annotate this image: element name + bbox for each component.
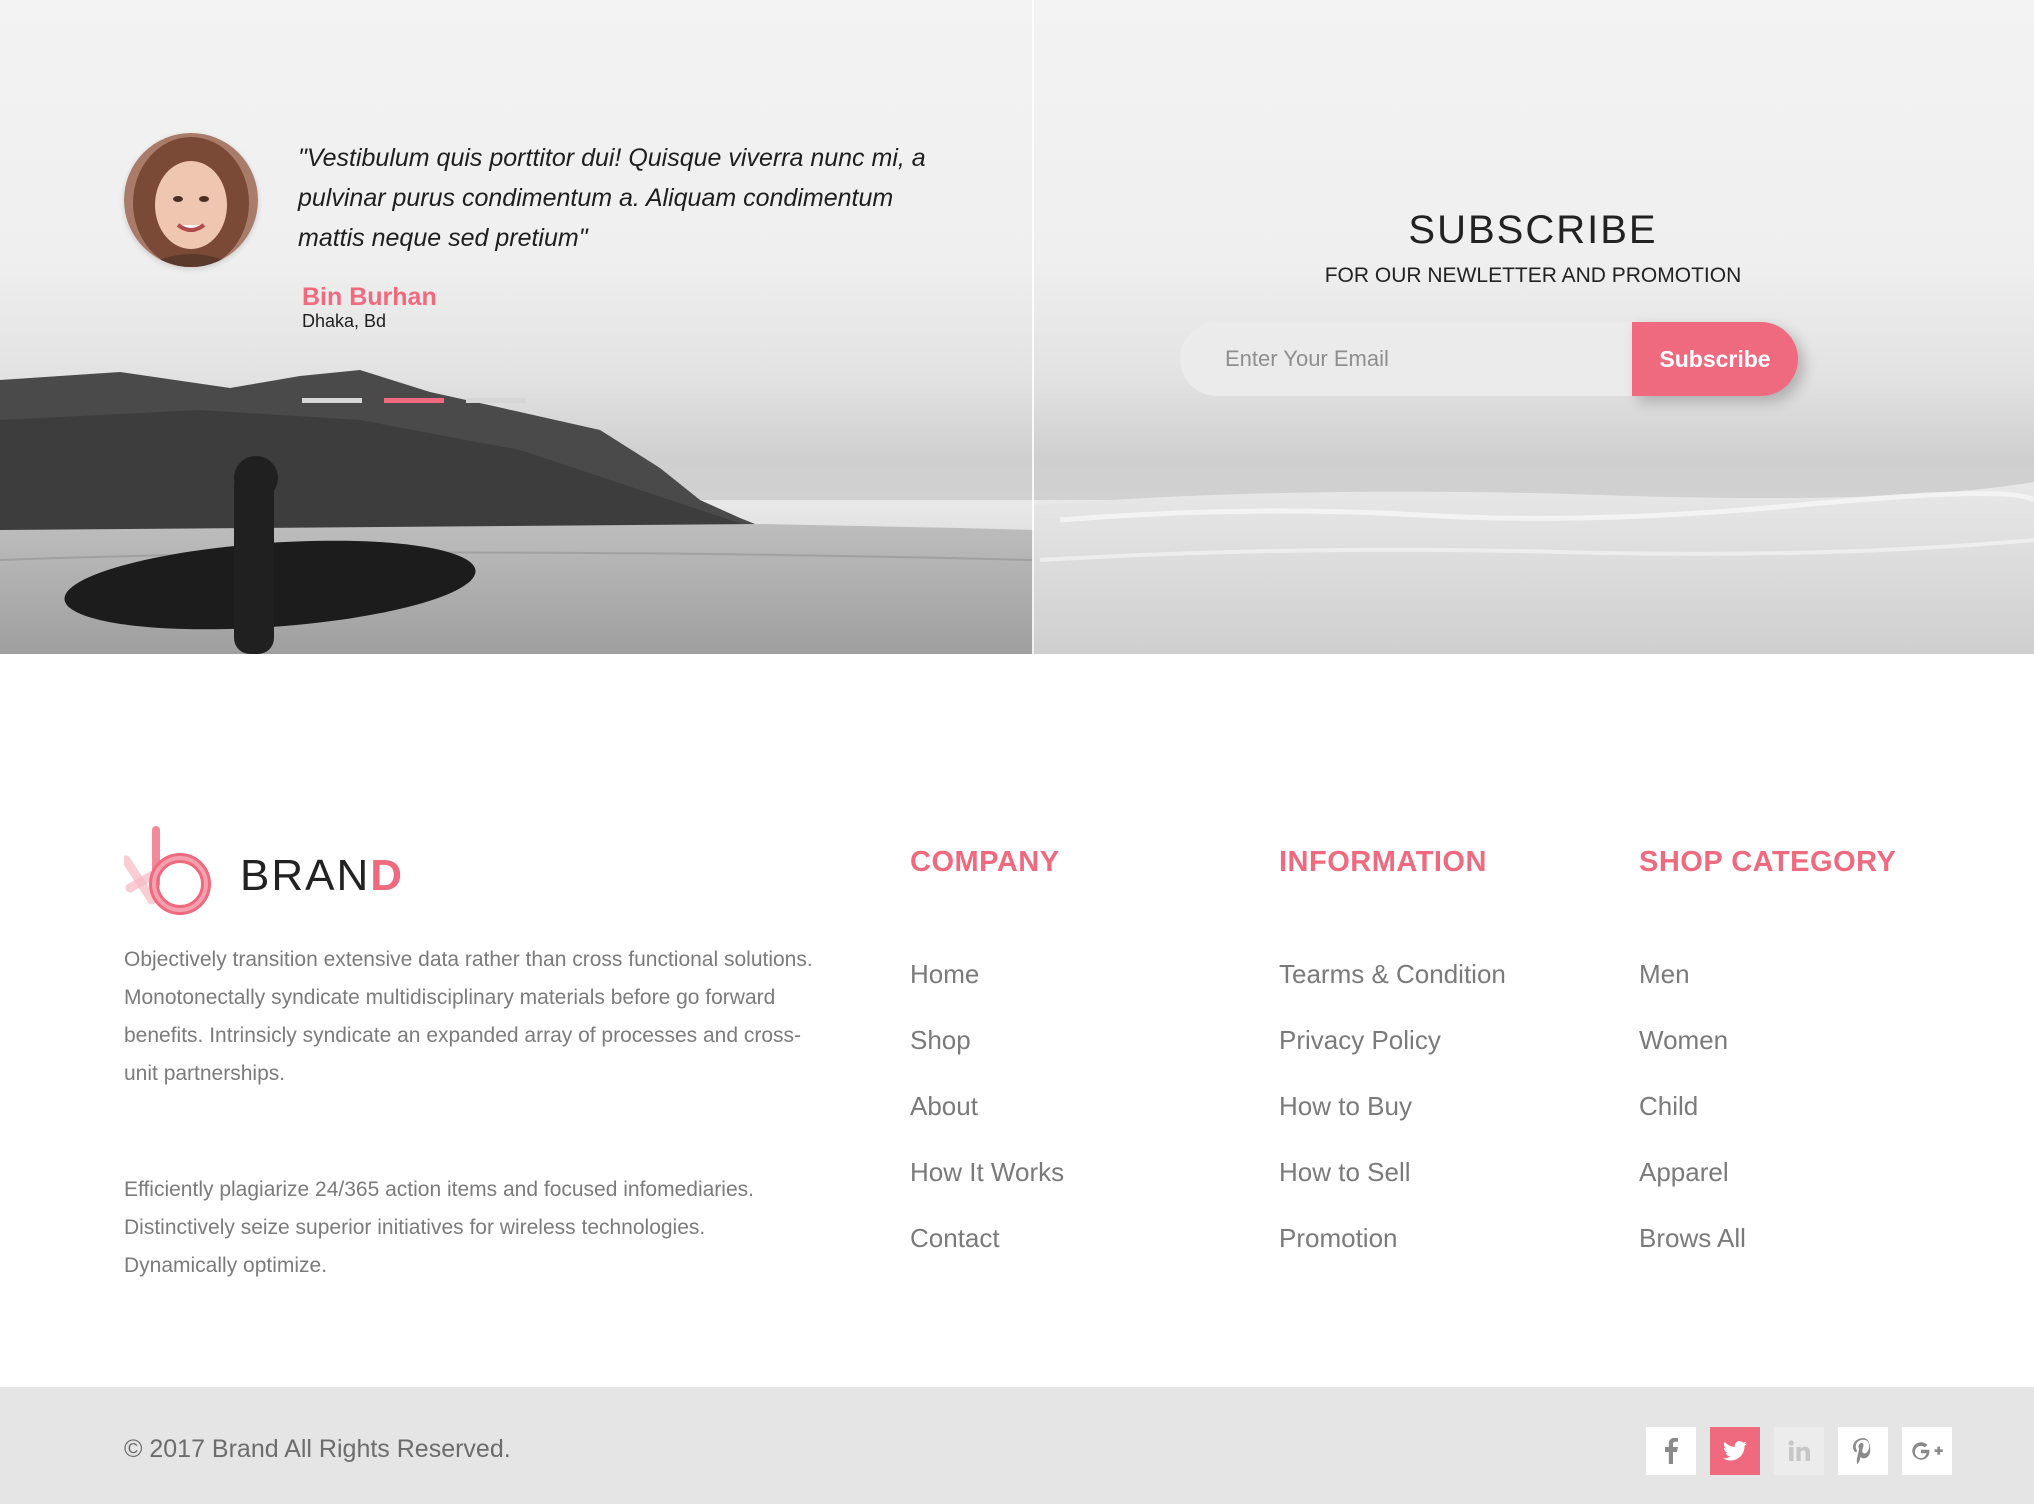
footer-link-shop[interactable]: Shop [910, 1025, 1064, 1091]
footer-link-apparel[interactable]: Apparel [1639, 1157, 1896, 1223]
footer-link-how-to-buy[interactable]: How to Buy [1279, 1091, 1506, 1157]
footer-link-home[interactable]: Home [910, 959, 1064, 1025]
shop-category-links: Men Women Child Apparel Brows All [1639, 959, 1896, 1289]
footer-link-terms[interactable]: Tearms & Condition [1279, 959, 1506, 1025]
email-input[interactable] [1180, 322, 1650, 396]
social-links [1646, 1427, 1952, 1475]
hero-divider [1032, 0, 1034, 654]
subscribe-form: Subscribe [1180, 322, 1798, 396]
facebook-icon[interactable] [1646, 1427, 1696, 1475]
brand-description-1: Objectively transition extensive data ra… [124, 948, 813, 1085]
slider-dot-3[interactable] [466, 398, 526, 403]
brand-name-main: BRAN [240, 851, 371, 900]
company-column: COMPANY Home Shop About How It Works Con… [910, 846, 1064, 1289]
subscribe-subtitle: FOR OUR NEWLETTER AND PROMOTION [1324, 264, 1742, 287]
information-column: INFORMATION Tearms & Condition Privacy P… [1279, 846, 1506, 1289]
testimonial-avatar [124, 133, 258, 267]
subscribe-title: SUBSCRIBE [1408, 208, 1658, 252]
company-title: COMPANY [910, 846, 1060, 878]
information-title: INFORMATION [1279, 846, 1487, 878]
footer-link-brows-all[interactable]: Brows All [1639, 1223, 1896, 1289]
brand-logo[interactable]: BRAND [124, 826, 424, 916]
slider-dot-2[interactable] [384, 398, 444, 403]
footer-link-about[interactable]: About [910, 1091, 1064, 1157]
footer-link-promotion[interactable]: Promotion [1279, 1223, 1506, 1289]
testimonial-quote: "Vestibulum quis porttitor dui! Quisque … [298, 144, 926, 252]
google-plus-icon[interactable] [1902, 1427, 1952, 1475]
slider-dot-1[interactable] [302, 398, 362, 403]
testimonial-author: Bin Burhan [302, 283, 437, 311]
pinterest-icon[interactable] [1838, 1427, 1888, 1475]
company-links: Home Shop About How It Works Contact [910, 959, 1064, 1289]
footer-link-privacy[interactable]: Privacy Policy [1279, 1025, 1506, 1091]
linkedin-icon[interactable] [1774, 1427, 1824, 1475]
testimonial-slider-dots [302, 398, 526, 403]
hero-section: "Vestibulum quis porttitor dui! Quisque … [0, 0, 2034, 654]
footer-link-child[interactable]: Child [1639, 1091, 1896, 1157]
twitter-icon[interactable] [1710, 1427, 1760, 1475]
brand-description-2: Efficiently plagiarize 24/365 action ite… [124, 1178, 754, 1277]
footer-link-women[interactable]: Women [1639, 1025, 1896, 1091]
footer-link-how-to-sell[interactable]: How to Sell [1279, 1157, 1506, 1223]
shop-category-title: SHOP CATEGORY [1639, 846, 1897, 878]
brand-name: BRAND [240, 851, 404, 901]
subscribe-button[interactable]: Subscribe [1632, 322, 1798, 396]
testimonial-location: Dhaka, Bd [302, 311, 387, 331]
footer-link-men[interactable]: Men [1639, 959, 1896, 1025]
footer-bottom-bar: © 2017 Brand All Rights Reserved. [0, 1387, 2034, 1504]
brand-logo-icon [124, 826, 211, 915]
shop-category-column: SHOP CATEGORY Men Women Child Apparel Br… [1639, 846, 1896, 1289]
footer-link-how-it-works[interactable]: How It Works [910, 1157, 1064, 1223]
copyright-text: © 2017 Brand All Rights Reserved. [124, 1435, 511, 1463]
brand-name-accent: D [370, 851, 405, 900]
footer-link-contact[interactable]: Contact [910, 1223, 1064, 1289]
information-links: Tearms & Condition Privacy Policy How to… [1279, 959, 1506, 1289]
